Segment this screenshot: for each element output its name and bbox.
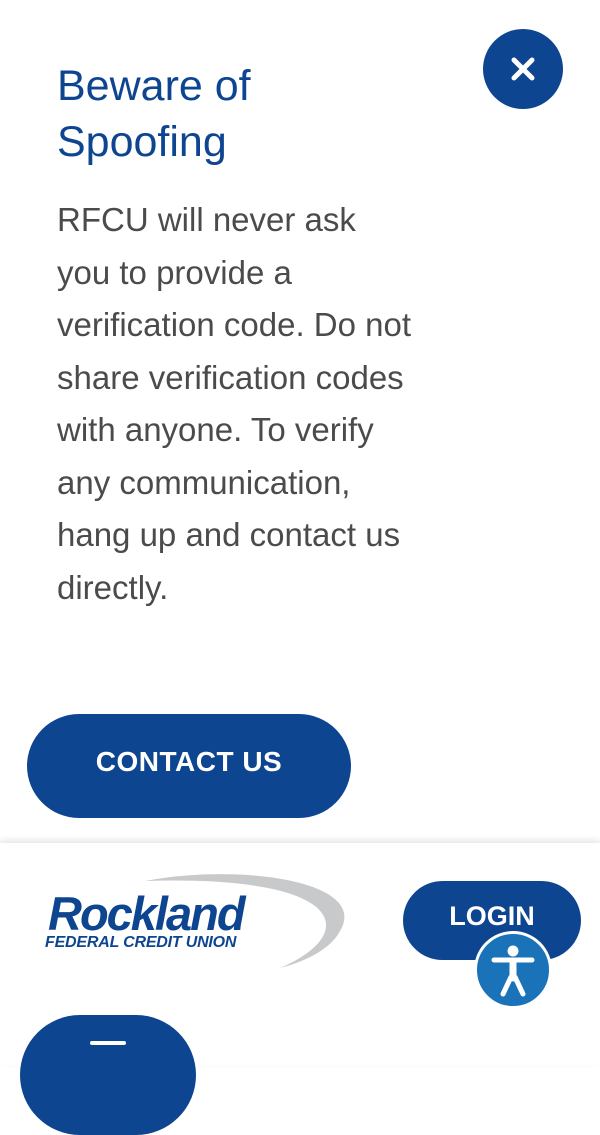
logo-wordmark: Rockland — [48, 887, 246, 940]
accessibility-button[interactable] — [474, 931, 552, 1009]
spoofing-alert-panel: Beware of Spoofing RFCU will never ask y… — [0, 0, 600, 840]
logo-subtitle: FEDERAL CREDIT UNION — [45, 934, 237, 951]
menu-button[interactable] — [20, 1015, 196, 1135]
site-header: Rockland FEDERAL CREDIT UNION LOGIN — [0, 843, 600, 1135]
alert-title: Beware of Spoofing — [57, 62, 251, 166]
accessibility-icon — [491, 945, 535, 997]
rockland-logo[interactable]: Rockland FEDERAL CREDIT UNION — [40, 871, 350, 971]
close-icon — [511, 57, 535, 81]
contact-us-button[interactable]: CONTACT US — [27, 714, 351, 818]
alert-message: RFCU will never ask you to provide a ver… — [57, 201, 412, 606]
hamburger-menu-icon — [90, 1041, 126, 1045]
close-button[interactable] — [483, 29, 563, 109]
